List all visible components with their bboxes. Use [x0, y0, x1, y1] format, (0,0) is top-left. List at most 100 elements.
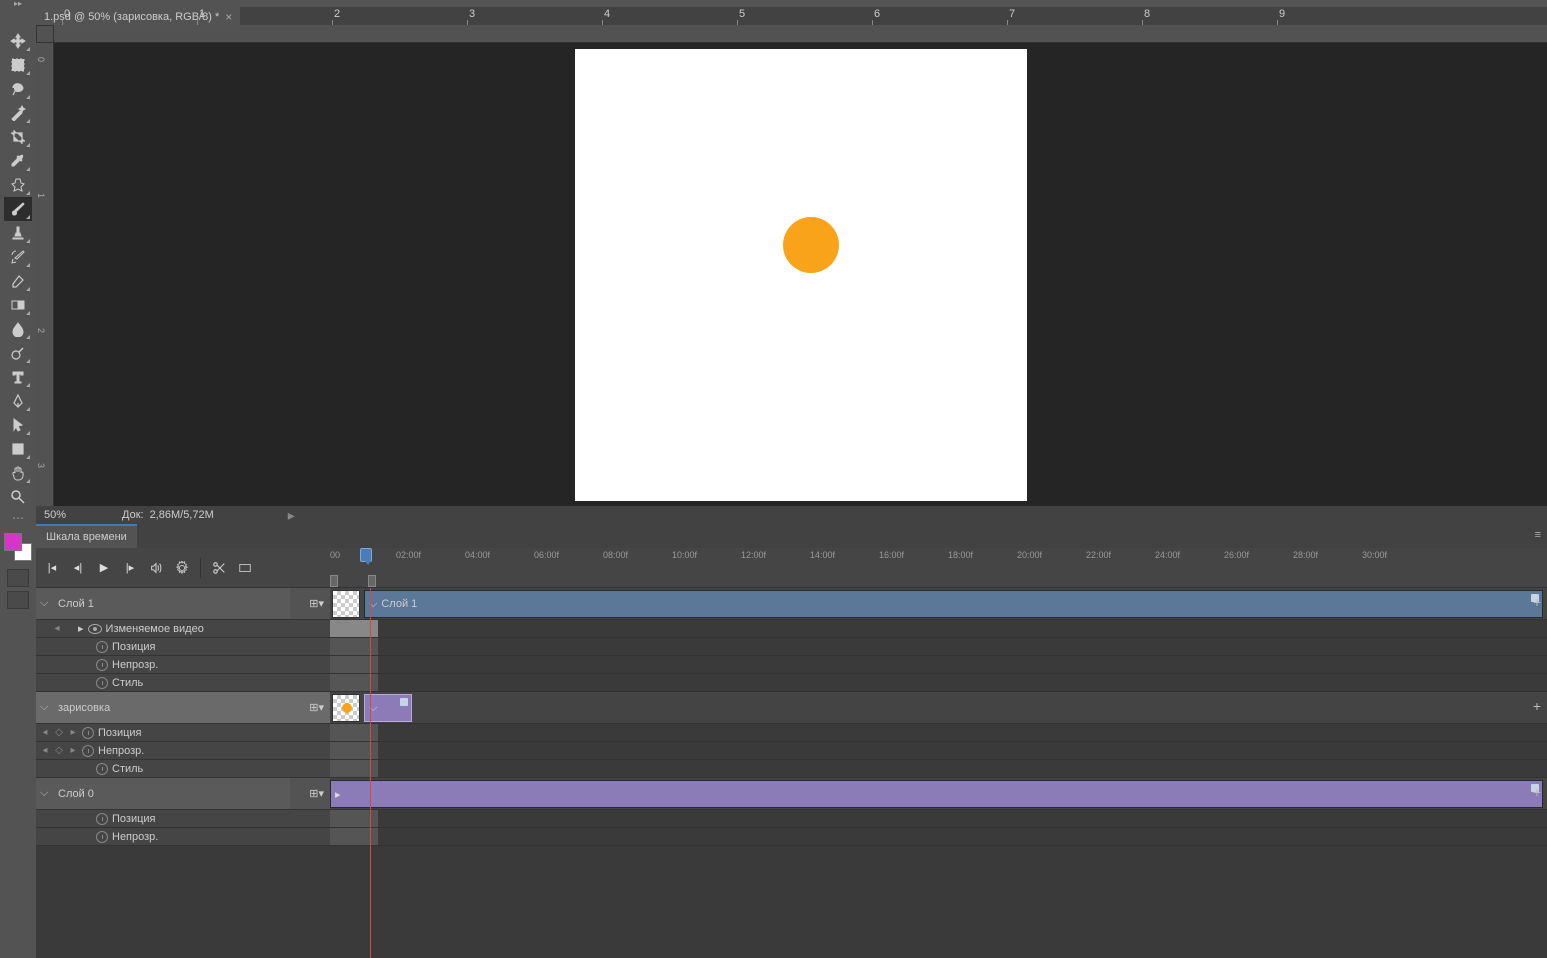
add-clip-button[interactable]: +: [1533, 594, 1541, 610]
chevron-down-icon[interactable]: ⌵: [40, 597, 54, 610]
stopwatch-icon[interactable]: [96, 813, 108, 825]
play-button[interactable]: ▶: [94, 558, 114, 578]
prop-head[interactable]: ◂ ▸ Изменяемое видео: [36, 620, 290, 637]
playhead[interactable]: [360, 548, 372, 562]
path-select-tool[interactable]: [4, 413, 32, 437]
clip-menu-icon[interactable]: [400, 698, 408, 706]
track-options[interactable]: ⊞▾: [290, 692, 330, 723]
audio-button[interactable]: [146, 558, 166, 578]
timeline-tab[interactable]: Шкала времени: [36, 524, 137, 548]
stopwatch-icon[interactable]: [96, 763, 108, 775]
canvas[interactable]: [575, 49, 1027, 501]
timeline-ruler[interactable]: 00 02:00f 04:00f 06:00f 08:00f 10:00f 12…: [330, 548, 1547, 587]
ruler-origin[interactable]: [36, 25, 54, 43]
expand-panels-button[interactable]: [0, 0, 36, 7]
eyedropper-tool[interactable]: [4, 149, 32, 173]
track-content[interactable]: ⌵ Слой 1 +: [330, 588, 1547, 619]
history-brush-tool[interactable]: [4, 245, 32, 269]
hand-tool[interactable]: [4, 461, 32, 485]
document-info[interactable]: Док: 2,86M/5,72M: [122, 509, 214, 521]
prop-head[interactable]: Непрозр.: [36, 828, 290, 845]
work-area-start[interactable]: [330, 575, 338, 587]
stamp-tool[interactable]: [4, 221, 32, 245]
zoom-level[interactable]: 50%: [44, 509, 98, 521]
canvas-viewport[interactable]: [54, 43, 1547, 506]
prop-head[interactable]: ◂◇▸ Позиция: [36, 724, 290, 741]
stopwatch-icon[interactable]: [82, 727, 94, 739]
chevron-down-icon[interactable]: ⌵: [40, 701, 54, 714]
more-tools-icon[interactable]: ⋯: [12, 511, 24, 525]
track-head[interactable]: ⌵ Слой 0: [36, 778, 290, 809]
eraser-tool[interactable]: [4, 269, 32, 293]
track-content[interactable]: ▸ +: [330, 778, 1547, 809]
prop-segment[interactable]: [330, 828, 378, 845]
add-clip-button[interactable]: +: [1533, 784, 1541, 800]
prop-segment[interactable]: [330, 760, 378, 777]
prop-head[interactable]: Позиция: [36, 638, 290, 655]
track-head[interactable]: ⌵ зарисовка: [36, 692, 290, 723]
split-button[interactable]: [209, 558, 229, 578]
chevron-down-icon[interactable]: ⌵: [40, 787, 54, 800]
stopwatch-icon[interactable]: [82, 745, 94, 757]
work-area-end[interactable]: [368, 575, 376, 587]
stopwatch-icon[interactable]: [96, 641, 108, 653]
chevron-right-icon[interactable]: ▸: [335, 788, 341, 801]
wand-tool[interactable]: [4, 101, 32, 125]
prev-key-icon[interactable]: ◂: [40, 727, 50, 738]
blur-tool[interactable]: [4, 317, 32, 341]
add-key-icon[interactable]: ◇: [54, 745, 64, 756]
screen-mode-toggle[interactable]: [7, 591, 29, 609]
track-options[interactable]: ⊞▾: [290, 778, 330, 809]
lasso-tool[interactable]: [4, 77, 32, 101]
prop-head[interactable]: Стиль: [36, 760, 290, 777]
color-swatches[interactable]: [4, 533, 32, 561]
transition-button[interactable]: [235, 558, 255, 578]
prop-segment[interactable]: [330, 638, 378, 655]
prop-segment[interactable]: [330, 674, 378, 691]
vertical-ruler[interactable]: 0 1 2 3: [36, 43, 54, 506]
shape-tool[interactable]: [4, 437, 32, 461]
video-clip[interactable]: ⌵: [364, 694, 412, 722]
prop-segment[interactable]: [330, 656, 378, 673]
crop-tool[interactable]: [4, 125, 32, 149]
track-options[interactable]: ⊞▾: [290, 588, 330, 619]
marquee-tool[interactable]: [4, 53, 32, 77]
next-key-icon[interactable]: ▸: [78, 622, 84, 635]
prop-segment[interactable]: [330, 810, 378, 827]
visibility-icon[interactable]: [88, 624, 102, 634]
prop-head[interactable]: Непрозр.: [36, 656, 290, 673]
track-content[interactable]: ⌵ +: [330, 692, 1547, 723]
next-key-icon[interactable]: ▸: [68, 727, 78, 738]
gradient-tool[interactable]: [4, 293, 32, 317]
prop-head[interactable]: Стиль: [36, 674, 290, 691]
video-clip[interactable]: ▸: [330, 780, 1543, 808]
next-frame-button[interactable]: |▸: [120, 558, 140, 578]
add-key-icon[interactable]: ◇: [54, 727, 64, 738]
panel-menu-icon[interactable]: ≡: [1535, 529, 1541, 541]
prop-segment[interactable]: [330, 742, 378, 759]
zoom-tool[interactable]: [4, 485, 32, 509]
stopwatch-icon[interactable]: [96, 677, 108, 689]
prev-key-icon[interactable]: ◂: [40, 745, 50, 756]
settings-button[interactable]: [172, 558, 192, 578]
prop-segment[interactable]: [330, 620, 378, 637]
chevron-down-icon[interactable]: ⌵: [369, 702, 377, 715]
stopwatch-icon[interactable]: [96, 831, 108, 843]
brush-tool[interactable]: [4, 197, 32, 221]
video-clip[interactable]: ⌵ Слой 1: [364, 590, 1543, 618]
dodge-tool[interactable]: [4, 341, 32, 365]
next-key-icon[interactable]: ▸: [68, 745, 78, 756]
move-tool[interactable]: [4, 29, 32, 53]
quick-mask-toggle[interactable]: [7, 569, 29, 587]
close-tab-icon[interactable]: ×: [225, 10, 232, 24]
foreground-swatch[interactable]: [4, 533, 22, 551]
healing-tool[interactable]: [4, 173, 32, 197]
horizontal-ruler[interactable]: 0 1 2 3 4 5 6 7 8 9: [54, 25, 1547, 43]
prop-head[interactable]: ◂◇▸ Непрозр.: [36, 742, 290, 759]
type-tool[interactable]: [4, 365, 32, 389]
prev-key-icon[interactable]: ◂: [52, 623, 62, 634]
first-frame-button[interactable]: |◂: [42, 558, 62, 578]
add-clip-button[interactable]: +: [1533, 698, 1541, 714]
chevron-down-icon[interactable]: ⌵: [369, 598, 377, 611]
prop-segment[interactable]: [330, 724, 378, 741]
